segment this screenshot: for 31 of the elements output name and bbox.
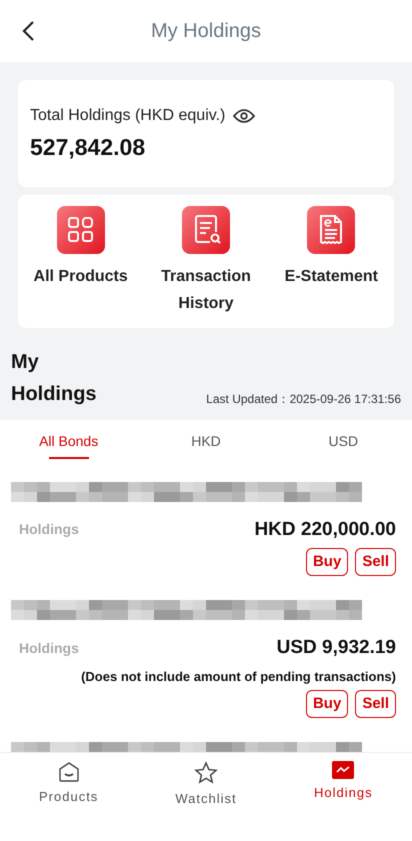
pending-note: (Does not include amount of pending transactions) — [80, 668, 396, 686]
shortcut-button[interactable]: Transaction History — [143, 206, 269, 316]
page-title: My Holdings — [150, 19, 262, 44]
trade-button[interactable]: Sell — [355, 548, 396, 576]
tab[interactable]: USD — [274, 420, 412, 468]
chevron-left-icon — [21, 20, 35, 42]
nav-tab[interactable]: Products — [0, 761, 138, 806]
grid-icon — [56, 206, 105, 254]
chart-icon — [332, 761, 354, 779]
section-title: My Holdings — [11, 350, 98, 406]
star-icon — [194, 761, 218, 785]
nav-tab[interactable]: Holdings — [274, 761, 412, 802]
shortcut-button[interactable]: E-Statement — [268, 206, 394, 316]
tab[interactable]: All Bonds — [0, 420, 138, 468]
nav-tab[interactable]: Watchlist — [137, 761, 275, 808]
statement-icon — [307, 206, 356, 254]
total-holdings-value: 527,842.08 — [30, 133, 146, 162]
document-search-icon — [182, 206, 230, 254]
trade-button[interactable]: Sell — [355, 690, 396, 718]
house-icon — [58, 761, 80, 783]
trade-button[interactable]: Buy — [306, 690, 348, 718]
tab[interactable]: HKD — [137, 420, 275, 468]
last-updated-text: Last Updated：2025-09-26 17:31:56 — [206, 390, 401, 408]
holdings-label: Holdings — [19, 520, 79, 540]
eye-icon[interactable] — [233, 108, 256, 124]
trade-button[interactable]: Buy — [306, 548, 348, 576]
holding-amount: HKD 220,000.00 — [254, 518, 396, 542]
total-holdings-label: Total Holdings (HKD equiv.) — [30, 106, 226, 126]
holdings-label: Holdings — [19, 638, 79, 658]
shortcut-button[interactable]: All Products — [18, 206, 144, 316]
holding-amount: USD 9,932.19 — [276, 636, 396, 660]
